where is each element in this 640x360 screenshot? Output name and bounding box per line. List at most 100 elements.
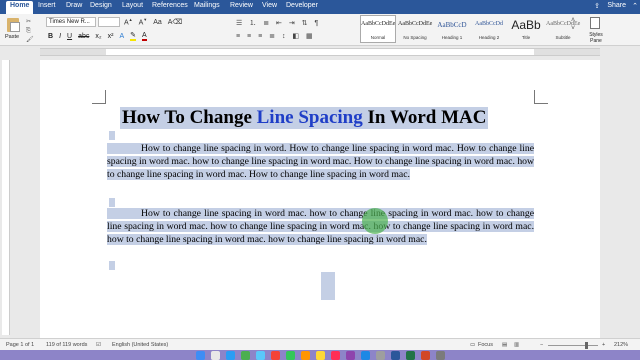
copy-icon[interactable]: ⎘ <box>26 27 38 36</box>
italic-button[interactable]: I <box>59 33 61 40</box>
clipboard-tools: ✂ ⎘ 🖌 <box>26 18 38 45</box>
notes-icon[interactable] <box>315 351 325 360</box>
proofing-icon[interactable]: ☑ <box>96 342 101 348</box>
tab-home[interactable]: Home <box>6 1 34 14</box>
style-no-spacing[interactable]: AaBbCcDdEe No Spacing <box>397 15 433 43</box>
shrink-font-icon[interactable]: A▼ <box>139 17 148 26</box>
horizontal-ruler[interactable] <box>40 48 600 56</box>
view-mode-icon[interactable]: ▤ <box>502 342 507 348</box>
tab-review[interactable]: Review <box>230 2 253 9</box>
font-format-tools: B I U abc x₂ x² A ✎ A <box>48 31 147 41</box>
multilevel-list-icon[interactable]: ≣ <box>263 20 269 27</box>
share-button[interactable]: Share <box>607 2 626 9</box>
paste-button[interactable]: Paste <box>4 16 22 44</box>
zoom-in-icon[interactable]: + <box>602 342 605 348</box>
align-left-icon[interactable]: ≡ <box>236 33 240 40</box>
zoom-slider-thumb[interactable] <box>585 342 588 349</box>
facetime-icon[interactable] <box>285 351 295 360</box>
cut-icon[interactable]: ✂ <box>26 18 38 27</box>
tab-view[interactable]: View <box>262 2 277 9</box>
show-formatting-icon[interactable]: ¶ <box>315 20 319 27</box>
word-icon[interactable] <box>390 351 400 360</box>
tab-insert[interactable]: Insert <box>38 2 56 9</box>
zoom-slider[interactable] <box>548 345 598 346</box>
word-count[interactable]: 119 of 119 words <box>46 342 87 348</box>
finder-icon[interactable] <box>195 351 205 360</box>
chevron-up-icon[interactable]: ˄ <box>568 17 578 25</box>
paragraph-1[interactable]: How to change line spacing in word. How … <box>107 142 534 182</box>
justify-icon[interactable]: ≣ <box>269 33 275 40</box>
photos-icon[interactable] <box>270 351 280 360</box>
font-color-icon[interactable]: A <box>141 32 147 41</box>
align-right-icon[interactable]: ≡ <box>258 33 262 40</box>
title-text: How To Change <box>122 107 257 128</box>
tab-developer[interactable]: Developer <box>286 2 318 9</box>
paragraph-2[interactable]: How to change line spacing in word mac. … <box>107 207 534 247</box>
tab-layout[interactable]: Layout <box>122 2 143 9</box>
styles-scroll[interactable]: ˄ ˅ <box>568 17 578 43</box>
styles-pane-icon <box>590 17 600 29</box>
trash-icon[interactable] <box>435 351 445 360</box>
grow-font-icon[interactable]: A▲ <box>124 17 133 26</box>
bullets-icon[interactable]: ☰ <box>236 20 242 27</box>
bold-button[interactable]: B <box>48 33 53 40</box>
app-store-icon[interactable] <box>360 351 370 360</box>
line-spacing-icon[interactable]: ↕ <box>282 33 286 40</box>
document-page[interactable]: How To Change Line Spacing In Word MAC H… <box>40 60 600 340</box>
tab-references[interactable]: References <box>152 2 188 9</box>
superscript-button[interactable]: x² <box>108 33 114 40</box>
text-effects-icon[interactable]: A <box>119 33 124 40</box>
zoom-level[interactable]: 212% <box>614 342 628 348</box>
paste-label: Paste <box>5 34 20 40</box>
increase-indent-icon[interactable]: ⇥ <box>289 20 295 27</box>
print-layout-icon[interactable]: ▥ <box>514 342 519 348</box>
subscript-button[interactable]: x₂ <box>95 33 101 40</box>
highlight-icon[interactable]: ✎ <box>130 31 136 41</box>
vertical-ruler[interactable] <box>2 60 10 335</box>
style-title[interactable]: AaBb Title <box>508 15 544 43</box>
clear-formatting-icon[interactable]: A⌫ <box>168 18 183 26</box>
font-size-select[interactable] <box>98 17 120 27</box>
sort-icon[interactable]: ⇅ <box>302 20 308 27</box>
tab-mailings[interactable]: Mailings <box>194 2 220 9</box>
shading-icon[interactable]: ◧ <box>292 33 299 40</box>
focus-icon[interactable]: ▭ <box>470 342 475 348</box>
settings-icon[interactable] <box>375 351 385 360</box>
zoom-out-icon[interactable]: − <box>540 342 543 348</box>
style-heading-1[interactable]: AaBbCcD Heading 1 <box>434 15 470 43</box>
podcasts-icon[interactable] <box>345 351 355 360</box>
music-icon[interactable] <box>330 351 340 360</box>
focus-button[interactable]: Focus <box>478 342 493 348</box>
borders-icon[interactable]: ▦ <box>306 33 313 40</box>
underline-button[interactable]: U <box>67 33 72 40</box>
language-indicator[interactable]: English (United States) <box>112 342 168 348</box>
paragraph-text: How to change line spacing in word. How … <box>107 143 534 181</box>
excel-icon[interactable] <box>405 351 415 360</box>
selection-block <box>321 272 335 300</box>
ribbon-tab-bar: Home Insert Draw Design Layout Reference… <box>0 0 640 14</box>
change-case-icon[interactable]: Aa <box>153 19 162 26</box>
safari-icon[interactable] <box>225 351 235 360</box>
style-heading-2[interactable]: AaBbCcDd Heading 2 <box>471 15 507 43</box>
format-painter-icon[interactable]: 🖌 <box>26 36 38 45</box>
powerpoint-icon[interactable] <box>420 351 430 360</box>
page-count[interactable]: Page 1 of 1 <box>6 342 34 348</box>
style-name: No Spacing <box>403 35 427 40</box>
collapse-ribbon-icon[interactable]: ⌃ <box>632 2 638 10</box>
document-title[interactable]: How To Change Line Spacing In Word MAC <box>120 107 489 129</box>
mail-icon[interactable] <box>255 351 265 360</box>
share-icon[interactable]: ⇪ <box>594 2 600 10</box>
numbering-icon[interactable]: ⒈ <box>249 20 256 27</box>
font-name-select[interactable]: Times New R... <box>46 17 96 27</box>
tab-design[interactable]: Design <box>90 2 112 9</box>
align-center-icon[interactable]: ≡ <box>247 33 251 40</box>
styles-pane-button[interactable]: Styles Pane <box>584 16 606 44</box>
chevron-down-icon[interactable]: ˅ <box>568 25 578 33</box>
calendar-icon[interactable] <box>300 351 310 360</box>
launchpad-icon[interactable] <box>210 351 220 360</box>
decrease-indent-icon[interactable]: ⇤ <box>276 20 282 27</box>
tab-draw[interactable]: Draw <box>66 2 82 9</box>
strikethrough-button[interactable]: abc <box>78 33 89 40</box>
style-normal[interactable]: AaBbCcDdEe Normal <box>360 15 396 43</box>
messages-icon[interactable] <box>240 351 250 360</box>
